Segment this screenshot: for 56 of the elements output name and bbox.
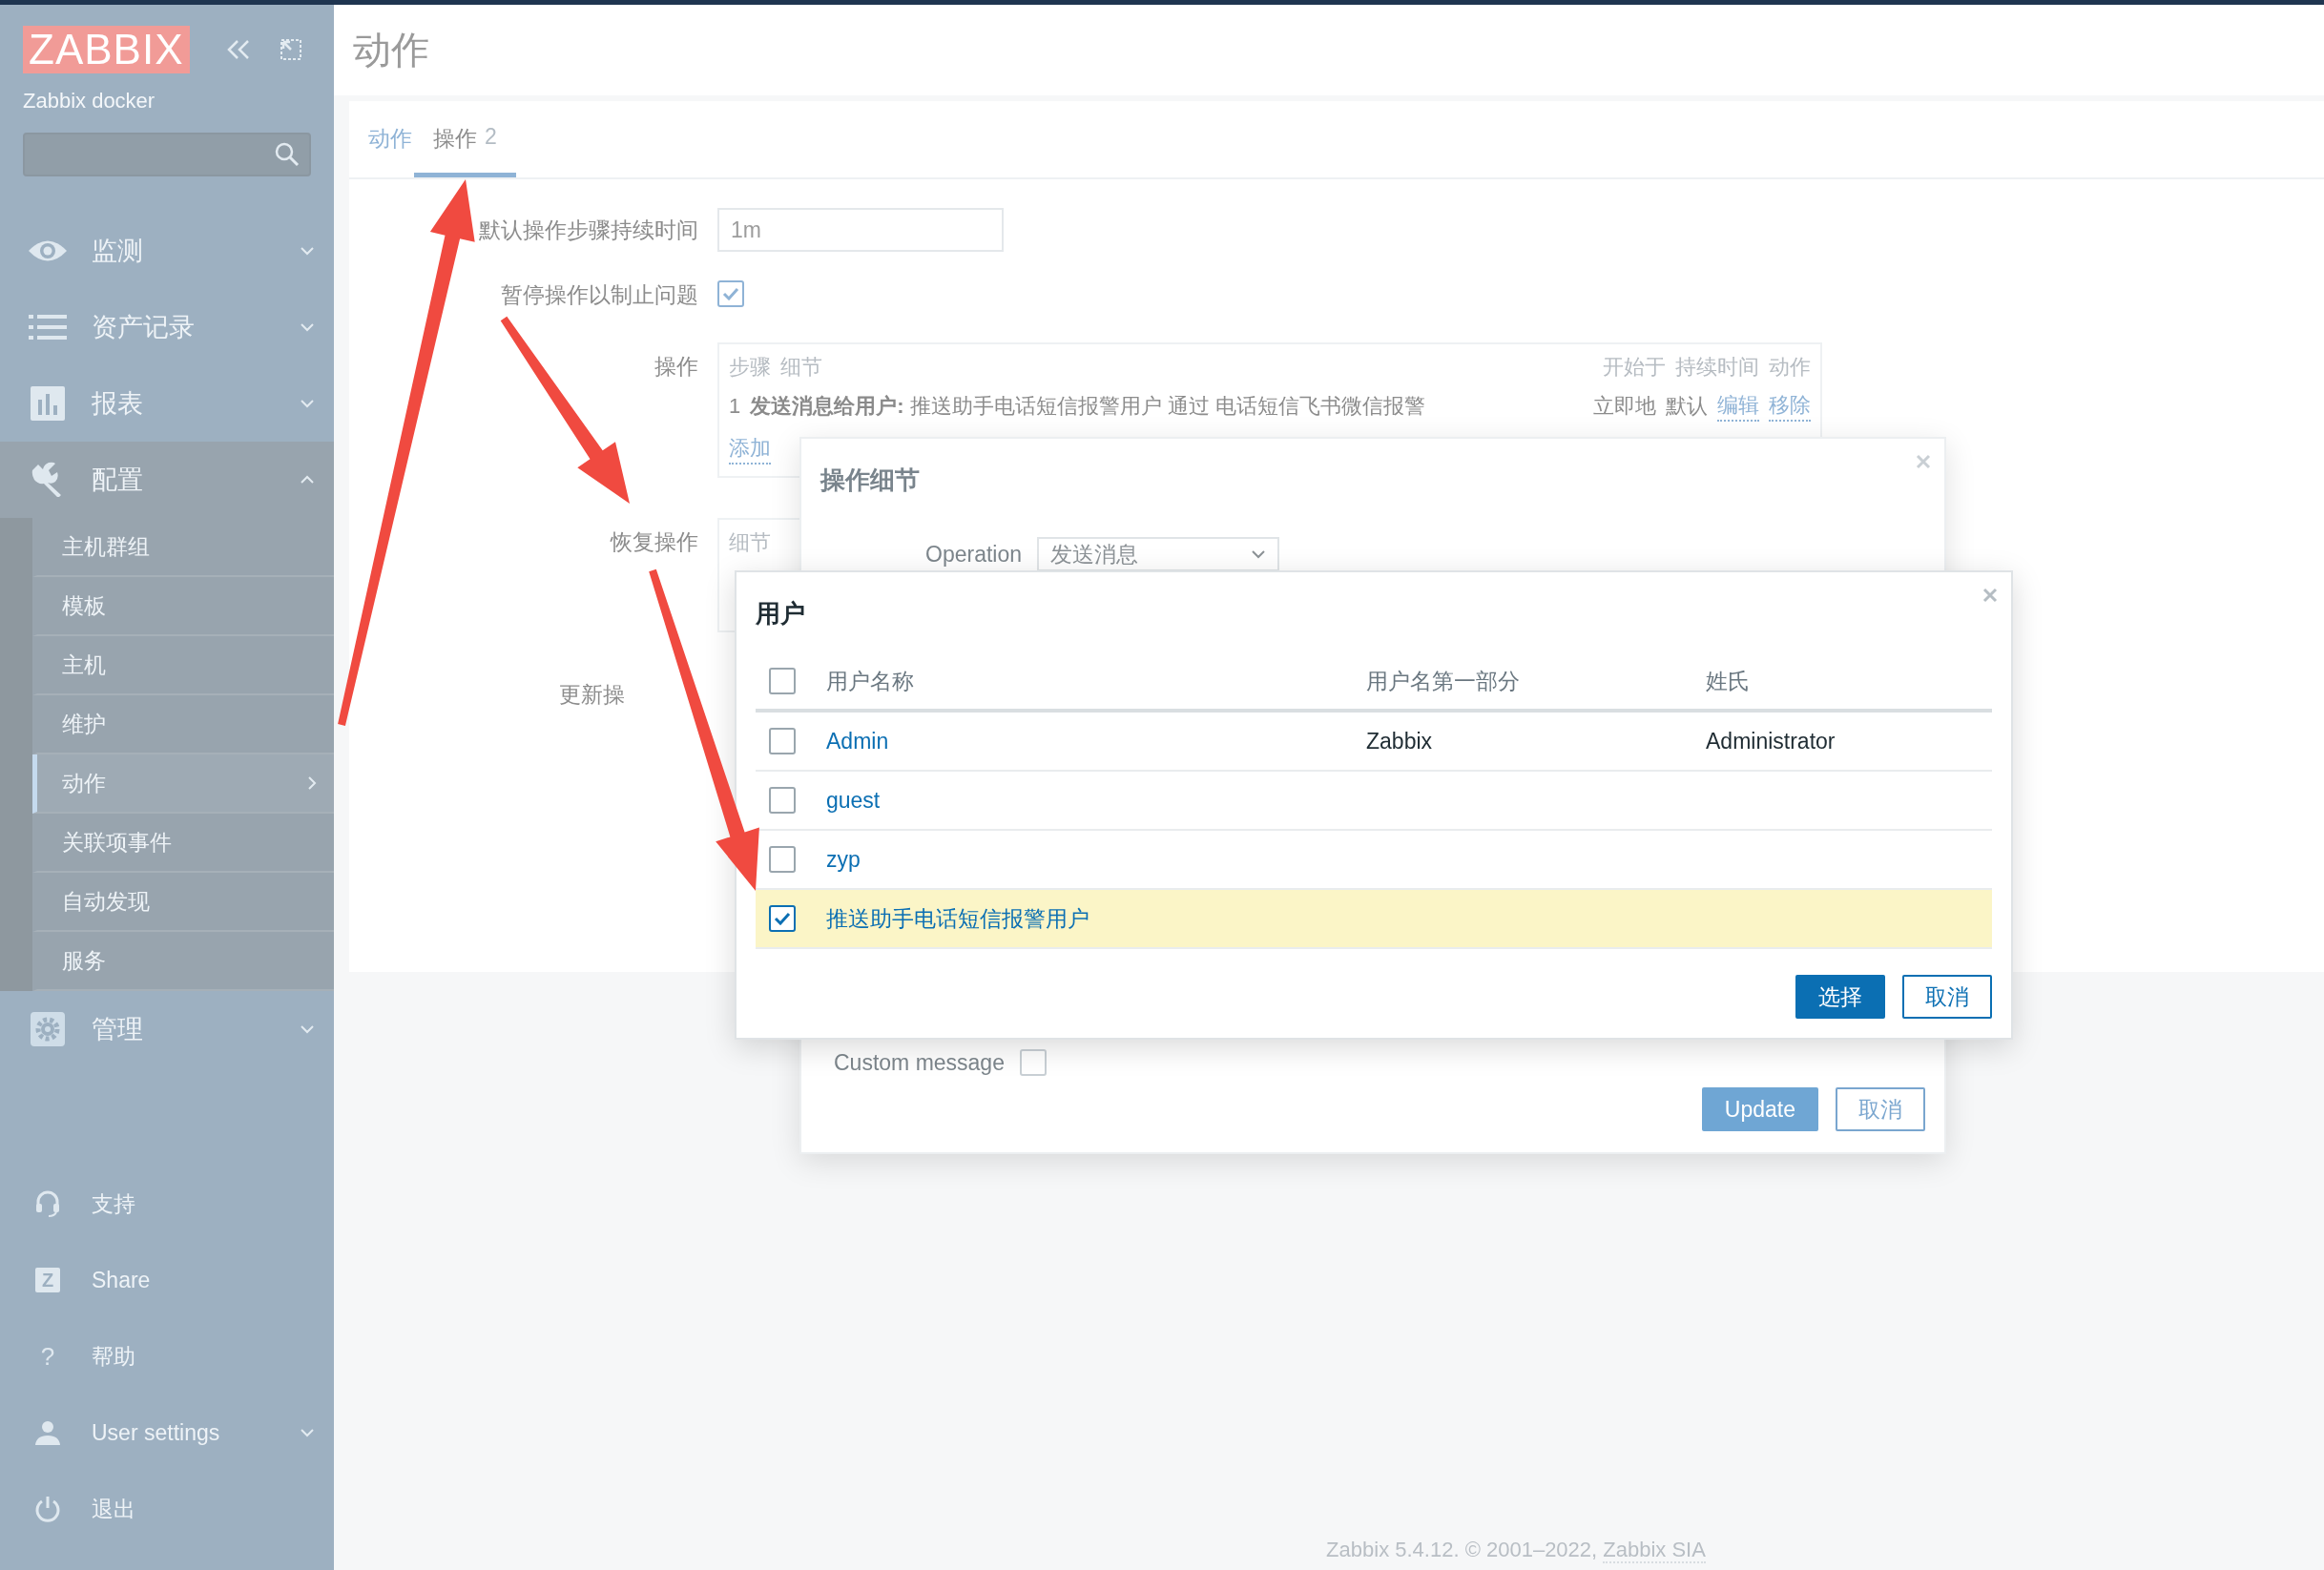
- cancel-button[interactable]: 取消: [1836, 1087, 1925, 1131]
- column-header: 用户名称: [826, 667, 915, 695]
- field-label: Operation: [925, 541, 1022, 568]
- table-cell-text: Administrator: [1706, 728, 1836, 754]
- menu-item[interactable]: ? 帮助: [0, 1318, 334, 1394]
- help-icon: ?: [40, 1344, 55, 1369]
- dialog-title: 操作细节: [820, 465, 921, 496]
- field-label: 默认操作步骤持续时间: [479, 216, 698, 244]
- share-icon: Z: [35, 1268, 60, 1292]
- user-link[interactable]: Admin: [826, 728, 889, 754]
- column-header: 持续时间: [1675, 354, 1759, 381]
- column-header: 开始于: [1603, 354, 1666, 381]
- field-label: 更新操: [559, 681, 625, 709]
- field-label: 恢复操作: [611, 528, 698, 556]
- menu-item[interactable]: 报表: [0, 365, 334, 442]
- field-label: 暂停操作以制止问题: [501, 281, 698, 309]
- column-header: 细节: [729, 529, 771, 556]
- user-link[interactable]: zyp: [826, 846, 861, 873]
- user-link[interactable]: 推送助手电话短信报警用户: [826, 903, 1089, 934]
- page-title: 动作: [353, 28, 429, 72]
- submenu-item[interactable]: 动作: [32, 754, 334, 814]
- action-link[interactable]: 编辑: [1717, 391, 1759, 422]
- menu-item[interactable]: User settings: [0, 1394, 334, 1471]
- table-cell-text: 1: [729, 393, 741, 420]
- footer-link[interactable]: Zabbix SIA: [1603, 1538, 1706, 1563]
- menu-item[interactable]: Z Share: [0, 1242, 334, 1318]
- table-cell-text: 发送消息给用户: 推送助手电话短信报警用户 通过 电话短信飞书微信报警: [750, 393, 1425, 420]
- column-header: 细节: [780, 354, 822, 381]
- menu-item[interactable]: 监测: [0, 213, 334, 289]
- menu-item[interactable]: 支持: [0, 1166, 334, 1242]
- table-cell-text: 立即地: [1593, 393, 1656, 420]
- primary-button[interactable]: Update: [1701, 1087, 1818, 1131]
- field-label: 操作: [654, 353, 698, 381]
- column-header: 姓氏: [1706, 667, 1751, 695]
- user-link[interactable]: guest: [826, 787, 881, 814]
- table-cell-text: Zabbix: [1366, 728, 1434, 754]
- duration-field[interactable]: 1m: [717, 208, 1004, 252]
- dialog-title: 用户: [756, 598, 805, 630]
- menu-item[interactable]: 管理: [0, 991, 334, 1067]
- menu-item[interactable]: 资产记录: [0, 289, 334, 365]
- column-header: 用户名第一部分: [1366, 667, 1521, 695]
- menu-item[interactable]: 退出: [0, 1471, 334, 1547]
- menu-item[interactable]: 配置: [0, 442, 334, 518]
- cancel-button[interactable]: 取消: [1902, 975, 1992, 1019]
- logo[interactable]: ZABBIX: [23, 26, 190, 73]
- column-header: 步骤: [729, 354, 771, 381]
- tab[interactable]: 操作 2: [414, 124, 516, 177]
- table-cell-text: 默认: [1666, 393, 1708, 420]
- add-link[interactable]: 添加: [729, 434, 771, 465]
- column-header: 动作: [1769, 354, 1811, 381]
- footer-text: Zabbix 5.4.12. © 2001–2022, Zabbix SIA: [1325, 1538, 1707, 1565]
- server-name: Zabbix docker: [23, 89, 156, 114]
- action-link[interactable]: 移除: [1769, 391, 1811, 422]
- tab[interactable]: 动作: [349, 124, 414, 177]
- primary-button[interactable]: 选择: [1795, 975, 1885, 1019]
- field-label: Custom message: [834, 1049, 1005, 1076]
